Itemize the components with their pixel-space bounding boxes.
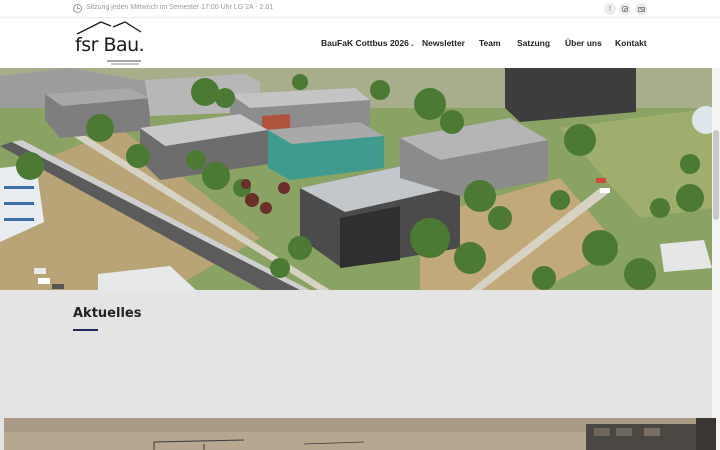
section-title-aktuelles: Aktuelles	[73, 306, 142, 321]
meeting-info-text: Sitzung jeden Mittwoch im Semester 17:00…	[86, 4, 274, 11]
clock-icon	[73, 4, 82, 13]
nav-label: BauFaK Cottbus 2026	[321, 38, 409, 48]
top-info-bar: Sitzung jeden Mittwoch im Semester 17:00…	[0, 0, 720, 18]
mail-icon[interactable]	[635, 3, 647, 15]
title-underline	[73, 329, 98, 331]
site-logo[interactable]: fsr Bau.	[73, 20, 145, 66]
facebook-icon[interactable]: f	[604, 3, 616, 15]
chevron-down-icon: ⌄	[409, 42, 415, 48]
nav-item-satzung[interactable]: Satzung	[517, 38, 550, 48]
scrollbar-thumb[interactable]	[713, 130, 719, 220]
instagram-icon[interactable]	[619, 3, 631, 15]
nav-item-team[interactable]: Team	[479, 38, 501, 48]
page-scrollbar[interactable]	[712, 68, 720, 450]
nav-item-baufak[interactable]: BauFaK Cottbus 2026⌄	[321, 38, 415, 48]
site-header: fsr Bau. BauFaK Cottbus 2026⌄ Newsletter…	[0, 18, 720, 68]
hero-illustration	[0, 68, 712, 290]
hero-aerial-campus-image	[0, 68, 712, 290]
news-image-illustration	[4, 418, 716, 450]
nav-item-ueber-uns[interactable]: Über uns	[565, 38, 602, 48]
nav-item-newsletter[interactable]: Newsletter	[422, 38, 465, 48]
news-post-image[interactable]	[4, 418, 716, 450]
nav-item-kontakt[interactable]: Kontakt	[615, 38, 647, 48]
logo-text: fsr Bau.	[75, 34, 145, 56]
